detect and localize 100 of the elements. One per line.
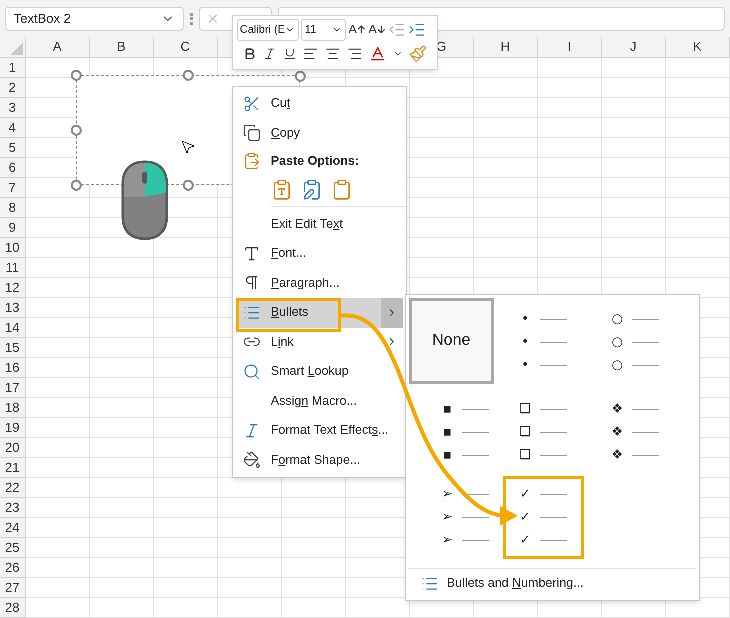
- row-header[interactable]: 24: [0, 518, 26, 538]
- font-color-icon[interactable]: [369, 45, 387, 63]
- column-header[interactable]: C: [154, 37, 218, 58]
- menu-item[interactable]: Smart Lookup: [236, 357, 403, 386]
- menu-item[interactable]: Font...: [236, 239, 403, 268]
- row-header[interactable]: 23: [0, 498, 26, 518]
- menu-label: Smart Lookup: [271, 364, 349, 378]
- row-header[interactable]: 12: [0, 278, 26, 298]
- increase-indent-icon[interactable]: [408, 21, 426, 39]
- bullet-symbol: ➢: [442, 534, 454, 546]
- bullet-option[interactable]: ✓ ✓ ✓: [502, 476, 584, 558]
- row-header[interactable]: 1: [0, 58, 26, 78]
- row-header[interactable]: 10: [0, 238, 26, 258]
- row-header[interactable]: 13: [0, 298, 26, 318]
- menu-item[interactable]: Cut: [236, 89, 403, 118]
- row-header[interactable]: 22: [0, 478, 26, 498]
- align-left-icon[interactable]: [303, 46, 319, 62]
- resize-handle[interactable]: [71, 70, 82, 81]
- row-header[interactable]: 16: [0, 358, 26, 378]
- row-header[interactable]: 17: [0, 378, 26, 398]
- row-header[interactable]: 6: [0, 158, 26, 178]
- resize-handle[interactable]: [183, 70, 194, 81]
- resize-handle[interactable]: [71, 125, 82, 136]
- bullet-symbol: ▪: [442, 448, 453, 462]
- menu-label: Bullets: [271, 305, 309, 320]
- row-header[interactable]: 5: [0, 138, 26, 158]
- scissors-icon: [243, 94, 261, 113]
- menu-label: Cut: [271, 96, 290, 110]
- menu-heading: Paste Options:: [270, 153, 360, 170]
- row-header[interactable]: 28: [0, 598, 26, 618]
- name-box[interactable]: TextBox 2: [5, 6, 184, 30]
- italic-icon[interactable]: [263, 47, 277, 61]
- clipboard-icon: [243, 152, 261, 170]
- bullet-symbol: ✓: [520, 510, 532, 524]
- paste-formatting-icon[interactable]: [301, 179, 323, 202]
- column-header[interactable]: J: [602, 37, 666, 58]
- menu-label: Copy: [271, 126, 300, 140]
- copy-icon: [243, 124, 261, 142]
- column-header[interactable]: I: [538, 37, 602, 58]
- row-header[interactable]: 20: [0, 438, 26, 458]
- menu-label: Link: [271, 334, 294, 349]
- row-header[interactable]: 14: [0, 318, 26, 338]
- bullet-symbol: ➢: [442, 488, 454, 500]
- font-size-field[interactable]: 11: [301, 19, 346, 41]
- bullet-symbol: ❖: [612, 448, 624, 462]
- bullet-symbol: ○: [612, 336, 624, 349]
- menu-item[interactable]: Paragraph...: [236, 268, 403, 298]
- align-right-icon[interactable]: [347, 46, 363, 62]
- underline-icon[interactable]: [283, 47, 297, 61]
- row-header[interactable]: 9: [0, 218, 26, 238]
- menu-item[interactable]: Format Text Effects...: [236, 416, 403, 446]
- search-icon: [243, 362, 261, 381]
- menu-item[interactable]: Bullets and Numbering...: [447, 574, 584, 593]
- bullet-symbol: •: [520, 336, 530, 349]
- bullet-symbol: ❖: [612, 402, 624, 416]
- bullet-symbol: ▪: [442, 426, 453, 438]
- align-center-icon[interactable]: [325, 46, 341, 62]
- row-header[interactable]: 7: [0, 178, 26, 198]
- resize-handle[interactable]: [295, 71, 306, 82]
- paint-bucket-icon: [243, 451, 261, 470]
- column-header[interactable]: H: [474, 37, 538, 58]
- row-header[interactable]: 2: [0, 78, 26, 98]
- row-header[interactable]: 18: [0, 398, 26, 418]
- bullet-symbol: ✓: [520, 488, 532, 500]
- row-header[interactable]: 21: [0, 458, 26, 478]
- menu-item[interactable]: Assign Macro...: [236, 386, 403, 416]
- column-header[interactable]: B: [90, 37, 154, 58]
- column-header[interactable]: A: [26, 37, 90, 58]
- bold-icon[interactable]: [243, 47, 257, 61]
- letter-icon: [243, 244, 261, 263]
- bullet-symbol: ○: [612, 313, 624, 326]
- resize-handle[interactable]: [71, 180, 82, 191]
- row-header[interactable]: 3: [0, 98, 26, 118]
- row-header[interactable]: 4: [0, 118, 26, 138]
- format-painter-icon[interactable]: [409, 45, 427, 63]
- menu-item[interactable]: Exit Edit Text: [236, 210, 403, 239]
- menu-label: Exit Edit Text: [271, 216, 344, 231]
- row-header[interactable]: 19: [0, 418, 26, 438]
- bullet-symbol: ❑: [520, 448, 532, 462]
- row-header[interactable]: 25: [0, 538, 26, 558]
- bullet-symbol: ✓: [520, 534, 532, 546]
- menu-label: Format Text Effects...: [271, 423, 389, 438]
- row-header[interactable]: 11: [0, 258, 26, 278]
- bullet-symbol: ❖: [612, 426, 624, 438]
- font-name-field[interactable]: Calibri (E: [237, 19, 299, 41]
- column-header[interactable]: K: [666, 37, 730, 58]
- menu-item[interactable]: Copy: [236, 118, 403, 148]
- menu-item[interactable]: Link: [236, 328, 403, 357]
- paste-icon[interactable]: [271, 179, 293, 202]
- row-header[interactable]: 15: [0, 338, 26, 358]
- bullet-option[interactable]: None: [409, 298, 494, 384]
- bullet-symbol: •: [520, 313, 530, 326]
- row-header[interactable]: 8: [0, 198, 26, 218]
- bullet-symbol: •: [520, 359, 530, 372]
- row-header[interactable]: 27: [0, 578, 26, 598]
- menu-item[interactable]: Format Shape...: [236, 446, 403, 475]
- resize-handle[interactable]: [183, 180, 194, 191]
- bullet-symbol: ▪: [442, 402, 453, 416]
- row-header[interactable]: 26: [0, 558, 26, 578]
- paste-text-icon[interactable]: [331, 179, 353, 202]
